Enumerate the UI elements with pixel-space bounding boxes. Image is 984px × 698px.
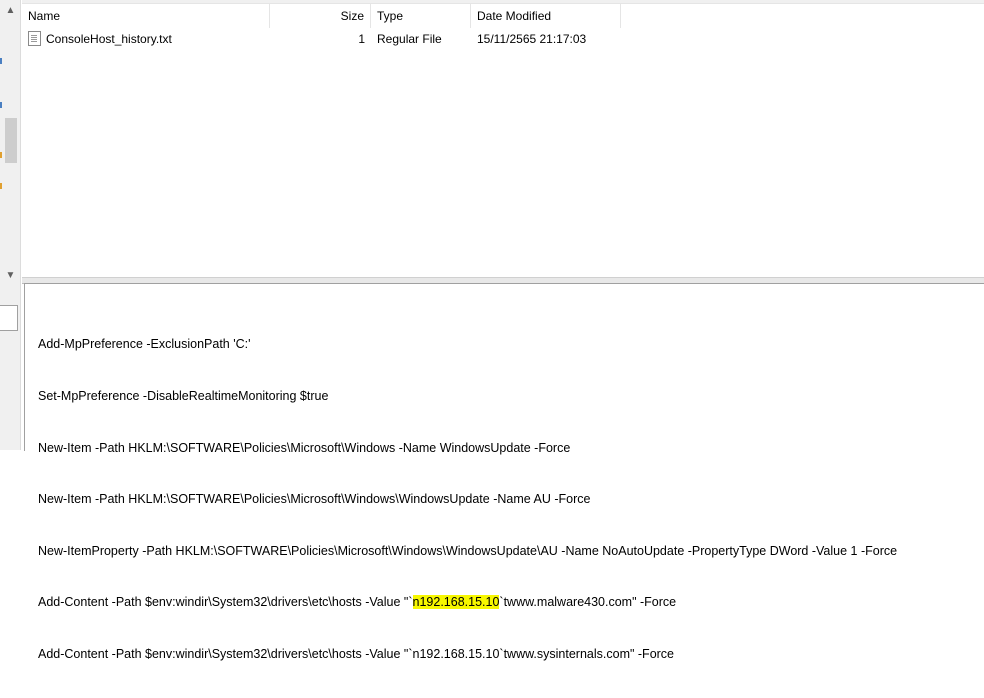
content-line: Add-Content -Path $env:windir\System32\d… [38, 647, 675, 662]
file-name-cell[interactable]: ConsoleHost_history.txt [22, 28, 270, 50]
highlighted-text: n192.168.15.10 [412, 595, 500, 610]
file-name: ConsoleHost_history.txt [46, 32, 172, 46]
file-date-modified: 15/11/2565 21:17:03 [477, 32, 587, 46]
content-line-start: Add-Content -Path $env:windir\System32\d… [38, 595, 413, 610]
file-list: Name Size Type Date Modified ConsoleHost… [22, 0, 984, 277]
scroll-up-icon[interactable]: ▲ [3, 3, 18, 18]
scrollbar-thumb[interactable] [5, 118, 17, 163]
column-header-name[interactable]: Name [22, 4, 270, 28]
scroll-down-icon[interactable]: ▼ [3, 268, 18, 283]
column-header-size[interactable]: Size [270, 4, 371, 28]
file-list-header: Name Size Type Date Modified [22, 4, 984, 28]
file-content-viewer[interactable]: Add-MpPreference -ExclusionPath 'C:' Set… [24, 283, 984, 661]
file-type: Regular File [377, 32, 442, 46]
text-file-icon [28, 31, 41, 47]
tree-item-marker [0, 183, 2, 189]
content-line: New-Item -Path HKLM:\SOFTWARE\Policies\M… [38, 440, 571, 455]
content-line: Set-MpPreference -DisableRealtimeMonitor… [38, 389, 329, 404]
navigation-pane: ▲ ▼ [0, 0, 21, 450]
tree-item-marker [0, 58, 2, 64]
content-line: New-ItemProperty -Path HKLM:\SOFTWARE\Po… [38, 543, 898, 558]
content-line-end: `twww.malware430.com" -Force [499, 595, 677, 610]
navigation-scrollbar[interactable]: ▲ ▼ [3, 0, 18, 285]
column-header-date-modified[interactable]: Date Modified [471, 4, 621, 28]
tree-item-marker [0, 152, 2, 158]
file-size: 1 [358, 32, 365, 46]
tree-item-marker [0, 102, 2, 108]
navigation-input-box[interactable] [0, 305, 18, 331]
content-line: New-Item -Path HKLM:\SOFTWARE\Policies\M… [38, 492, 591, 507]
content-line: Add-MpPreference -ExclusionPath 'C:' [38, 337, 251, 352]
content-line: Add-Content -Path $env:windir\System32\d… [38, 594, 897, 611]
file-content-text: Add-MpPreference -ExclusionPath 'C:' Set… [38, 302, 897, 698]
column-header-type[interactable]: Type [371, 4, 471, 28]
file-row[interactable]: ConsoleHost_history.txt 1 Regular File 1… [22, 28, 984, 50]
